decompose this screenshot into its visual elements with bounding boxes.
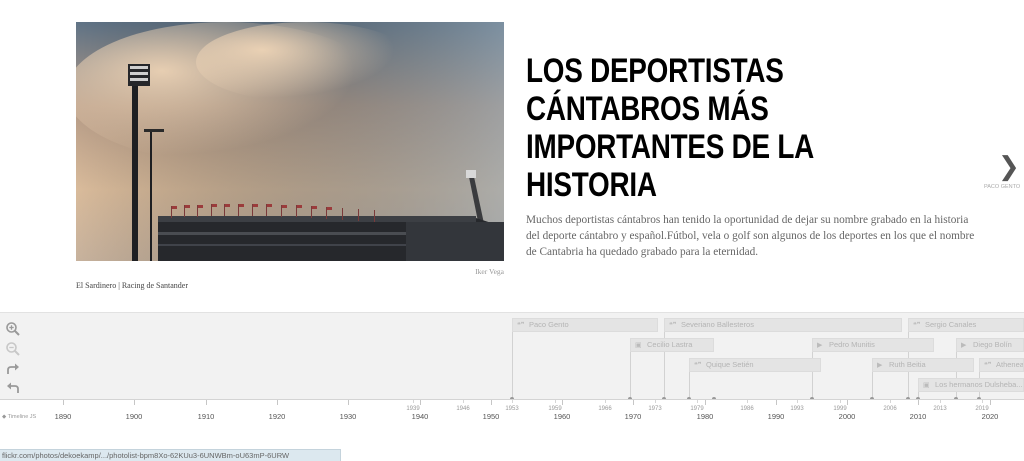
axis-year-label: 1980 bbox=[696, 412, 714, 421]
axis-tick bbox=[990, 400, 991, 405]
photo-credit: Iker Vega bbox=[475, 267, 504, 276]
axis-tick bbox=[63, 400, 64, 405]
timeline-marker[interactable]: ❝❞ Athenea bbox=[979, 358, 1024, 372]
axis-year-label: 2020 bbox=[981, 412, 999, 421]
axis-minor-year-label: 1979 bbox=[690, 406, 704, 412]
video-icon: ▶ bbox=[877, 362, 883, 369]
axis-minor-year-label: 1959 bbox=[548, 406, 562, 412]
marker-stem bbox=[630, 351, 631, 399]
video-icon: ▶ bbox=[817, 342, 823, 349]
quote-icon: ❝❞ bbox=[984, 362, 992, 369]
timeline-marker[interactable]: ❝❞ Sergio Canales bbox=[908, 318, 1024, 332]
timeline-nav: ❝❞ Paco Gento ❝❞ Severiano Ballesteros ❝❞ S… bbox=[0, 312, 1024, 425]
axis-minor-tick bbox=[840, 400, 841, 403]
axis-tick bbox=[633, 400, 634, 405]
image-icon: ▣ bbox=[923, 382, 930, 389]
axis-minor-tick bbox=[697, 400, 698, 403]
timeline-marker[interactable]: ▶ Ruth Beitia bbox=[872, 358, 974, 372]
axis-minor-year-label: 2019 bbox=[975, 406, 989, 412]
axis-minor-tick bbox=[797, 400, 798, 403]
marker-stem bbox=[872, 371, 873, 399]
axis-year-label: 1890 bbox=[54, 412, 72, 421]
next-slide-button[interactable]: ❯ PACO GENTO bbox=[984, 150, 1020, 196]
timeline-markers: ❝❞ Paco Gento ❝❞ Severiano Ballesteros ❝❞ S… bbox=[0, 313, 1024, 401]
axis-tick bbox=[206, 400, 207, 405]
axis-minor-tick bbox=[655, 400, 656, 403]
axis-year-label: 1930 bbox=[339, 412, 357, 421]
quote-icon: ❝❞ bbox=[913, 322, 921, 329]
axis-minor-year-label: 1999 bbox=[833, 406, 847, 412]
timeline-marker[interactable]: ▣ Los hermanos Dulsheba... bbox=[918, 378, 1024, 392]
axis-minor-tick bbox=[747, 400, 748, 403]
axis-minor-year-label: 1946 bbox=[456, 406, 470, 412]
axis-minor-year-label: 1986 bbox=[740, 406, 754, 412]
axis-tick bbox=[776, 400, 777, 405]
axis-year-label: 2010 bbox=[909, 412, 927, 421]
chevron-right-icon: ❯ bbox=[998, 152, 1020, 182]
slide-headline: LOS DEPORTISTAS CÁNTABROS MÁS IMPORTANTE… bbox=[526, 52, 814, 204]
timeline-marker[interactable]: ▶ Diego Bolín bbox=[956, 338, 1024, 352]
axis-tick bbox=[918, 400, 919, 405]
timelinejs-brand: ◆ Timeline JS bbox=[2, 414, 37, 420]
axis-minor-tick bbox=[890, 400, 891, 403]
slide-photo bbox=[76, 22, 504, 261]
axis-minor-tick bbox=[940, 400, 941, 403]
axis-year-label: 1990 bbox=[767, 412, 785, 421]
axis-minor-year-label: 1939 bbox=[406, 406, 420, 412]
axis-tick bbox=[562, 400, 563, 405]
timeline-marker[interactable]: ❝❞ Severiano Ballesteros bbox=[664, 318, 902, 332]
slide: Iker Vega El Sardinero | Racing de Santa… bbox=[0, 0, 1024, 312]
axis-minor-year-label: 2013 bbox=[933, 406, 947, 412]
quote-icon: ❝❞ bbox=[669, 322, 677, 329]
axis-minor-year-label: 1993 bbox=[790, 406, 804, 412]
axis-minor-year-label: 1953 bbox=[505, 406, 519, 412]
axis-tick bbox=[277, 400, 278, 405]
axis-tick bbox=[348, 400, 349, 405]
axis-minor-tick bbox=[463, 400, 464, 403]
video-icon: ▶ bbox=[961, 342, 967, 349]
timeline-marker[interactable]: ▣ Cecilio Lastra bbox=[630, 338, 714, 352]
axis-year-label: 1920 bbox=[268, 412, 286, 421]
quote-icon: ❝❞ bbox=[694, 362, 702, 369]
axis-year-label: 1910 bbox=[197, 412, 215, 421]
axis-year-label: 1940 bbox=[411, 412, 429, 421]
stadium-photo bbox=[76, 22, 504, 261]
axis-minor-tick bbox=[982, 400, 983, 403]
axis-minor-year-label: 2006 bbox=[883, 406, 897, 412]
slide-text: Muchos deportistas cántabros han tenido … bbox=[526, 214, 975, 258]
axis-year-label: 1950 bbox=[482, 412, 500, 421]
axis-minor-tick bbox=[555, 400, 556, 403]
axis-minor-tick bbox=[512, 400, 513, 403]
timeline-marker[interactable]: ❝❞ Quique Setién bbox=[689, 358, 821, 372]
axis-tick bbox=[847, 400, 848, 405]
axis-year-label: 1960 bbox=[553, 412, 571, 421]
axis-minor-year-label: 1966 bbox=[598, 406, 612, 412]
timeline-axis[interactable]: ◆ Timeline JS 1890 1900 1910 1920 1930 1… bbox=[0, 399, 1024, 425]
browser-status-url: flickr.com/photos/dekoekamp/.../photolis… bbox=[0, 449, 341, 461]
next-slide-label: PACO GENTO bbox=[984, 184, 1021, 190]
quote-icon: ❝❞ bbox=[517, 322, 525, 329]
timeline-marker[interactable]: ▶ Pedro Munitis bbox=[812, 338, 934, 352]
axis-minor-tick bbox=[413, 400, 414, 403]
axis-tick bbox=[420, 400, 421, 405]
axis-year-label: 1900 bbox=[125, 412, 143, 421]
image-icon: ▣ bbox=[635, 342, 642, 349]
axis-year-label: 1970 bbox=[624, 412, 642, 421]
axis-tick bbox=[705, 400, 706, 405]
axis-tick bbox=[491, 400, 492, 405]
marker-stem bbox=[689, 371, 690, 399]
timeline-marker[interactable]: ❝❞ Paco Gento bbox=[512, 318, 658, 332]
axis-minor-year-label: 1973 bbox=[648, 406, 662, 412]
axis-tick bbox=[134, 400, 135, 405]
axis-year-label: 2000 bbox=[838, 412, 856, 421]
photo-caption: El Sardinero | Racing de Santander bbox=[76, 281, 189, 290]
axis-minor-tick bbox=[605, 400, 606, 403]
marker-stem bbox=[512, 331, 513, 399]
